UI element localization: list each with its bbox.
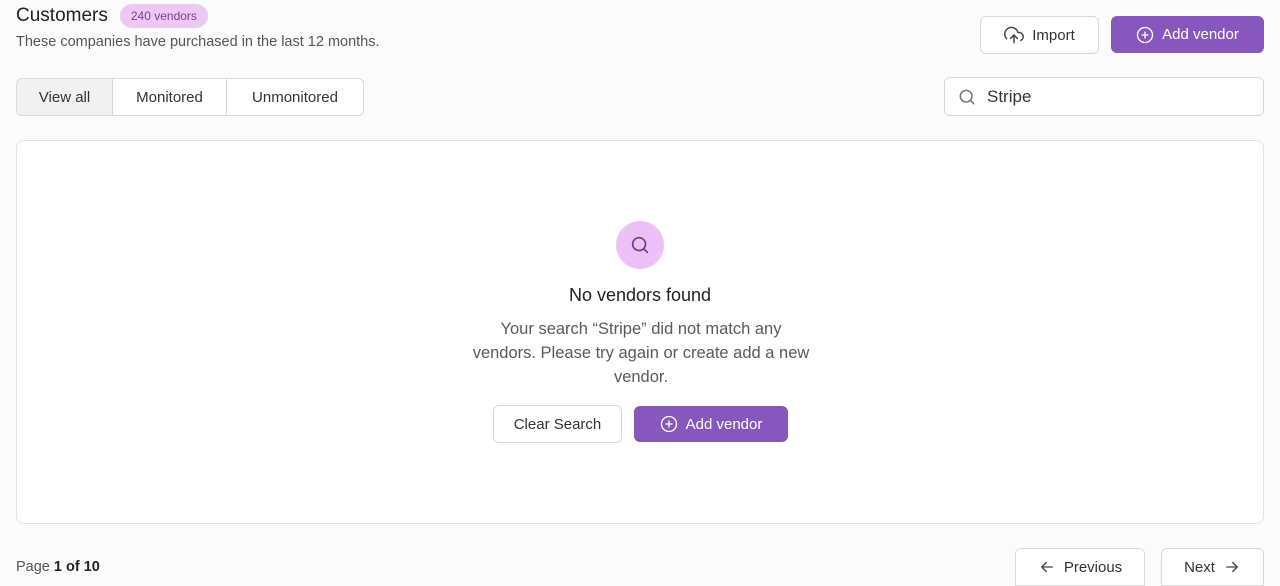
search-icon: [957, 87, 977, 107]
empty-add-vendor-button[interactable]: Add vendor: [634, 406, 788, 442]
plus-circle-icon: [660, 415, 678, 433]
next-page-button[interactable]: Next: [1161, 548, 1264, 586]
add-vendor-label: Add vendor: [1162, 26, 1239, 43]
add-vendor-button[interactable]: Add vendor: [1111, 16, 1264, 53]
plus-circle-icon: [1136, 26, 1154, 44]
empty-state-title: No vendors found: [568, 285, 712, 305]
search-icon: [629, 234, 651, 256]
arrow-right-icon: [1223, 558, 1241, 576]
tab-monitored[interactable]: Monitored: [113, 79, 227, 115]
empty-state-icon-circle: [616, 221, 664, 269]
clear-search-button[interactable]: Clear Search: [493, 405, 622, 443]
empty-state-description: Your search “Stripe” did not match any v…: [472, 320, 810, 386]
arrow-left-icon: [1038, 558, 1056, 576]
page-prefix: Page: [16, 559, 50, 575]
next-label: Next: [1184, 558, 1215, 576]
import-label: Import: [1032, 26, 1075, 44]
page-title: Customers: [16, 5, 108, 26]
tab-unmonitored[interactable]: Unmonitored: [227, 79, 363, 115]
tab-view-all[interactable]: View all: [17, 79, 113, 115]
clear-search-label: Clear Search: [513, 415, 602, 433]
vendor-count-badge: 240 vendors: [119, 4, 208, 28]
search-box: [944, 77, 1264, 116]
page-count: 1 of 10: [53, 559, 100, 575]
previous-page-button[interactable]: Previous: [1015, 548, 1145, 586]
results-panel: No vendors found Your search “Stripe” di…: [16, 140, 1264, 524]
previous-label: Previous: [1063, 558, 1123, 576]
cloud-upload-icon: [1004, 25, 1025, 45]
page-header: Customers 240 vendors: [16, 4, 208, 28]
pagination-info: Page 1 of 10: [16, 559, 100, 575]
add-vendor-label: Add vendor: [685, 415, 763, 433]
search-input[interactable]: [987, 86, 1247, 107]
import-button[interactable]: Import: [980, 16, 1099, 54]
page-subtitle: These companies have purchased in the la…: [16, 34, 380, 50]
filter-tabs: View all Monitored Unmonitored: [16, 78, 364, 116]
